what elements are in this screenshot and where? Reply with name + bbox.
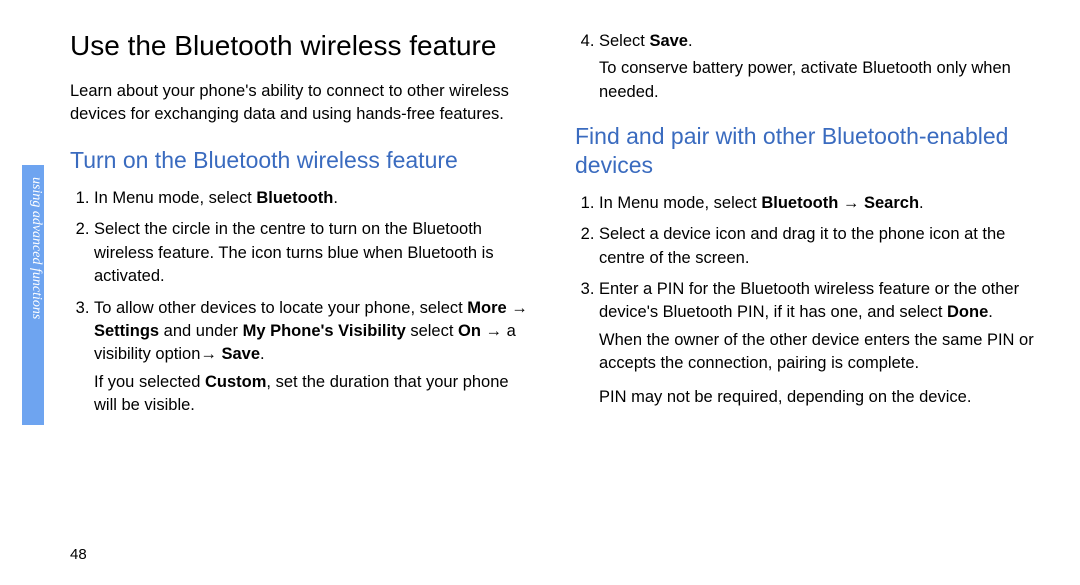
steps-list-left: In Menu mode, select Bluetooth. Select t… [70, 187, 535, 418]
side-tab-label: using advanced functions [22, 165, 44, 425]
r-step-2: Select a device icon and drag it to the … [599, 223, 1040, 270]
step-1: In Menu mode, select Bluetooth. [94, 187, 535, 210]
subsection-turn-on: Turn on the Bluetooth wireless feature [70, 146, 535, 175]
step-2: Select the circle in the centre to turn … [94, 218, 535, 288]
left-column: Use the Bluetooth wireless feature Learn… [70, 30, 535, 426]
r-step-1: In Menu mode, select Bluetooth → Search. [599, 192, 1040, 215]
subsection-find-pair: Find and pair with other Bluetooth-enabl… [575, 122, 1040, 180]
r-step-3-note-2: PIN may not be required, depending on th… [599, 386, 1040, 409]
r-step-3: Enter a PIN for the Bluetooth wireless f… [599, 278, 1040, 409]
step-4: Select Save. To conserve battery power, … [599, 30, 1040, 104]
step-3-note: If you selected Custom, set the duration… [94, 371, 535, 418]
step-4-note: To conserve battery power, activate Blue… [599, 57, 1040, 104]
steps-list-right: In Menu mode, select Bluetooth → Search.… [575, 192, 1040, 409]
right-column: Select Save. To conserve battery power, … [575, 30, 1040, 426]
section-title: Use the Bluetooth wireless feature [70, 30, 535, 62]
page-content: Use the Bluetooth wireless feature Learn… [70, 30, 1040, 426]
r-step-3-note-1: When the owner of the other device enter… [599, 329, 1040, 376]
intro-text: Learn about your phone's ability to conn… [70, 80, 535, 126]
step-3: To allow other devices to locate your ph… [94, 297, 535, 418]
steps-list-continued: Select Save. To conserve battery power, … [575, 30, 1040, 104]
page-number: 48 [70, 546, 87, 563]
